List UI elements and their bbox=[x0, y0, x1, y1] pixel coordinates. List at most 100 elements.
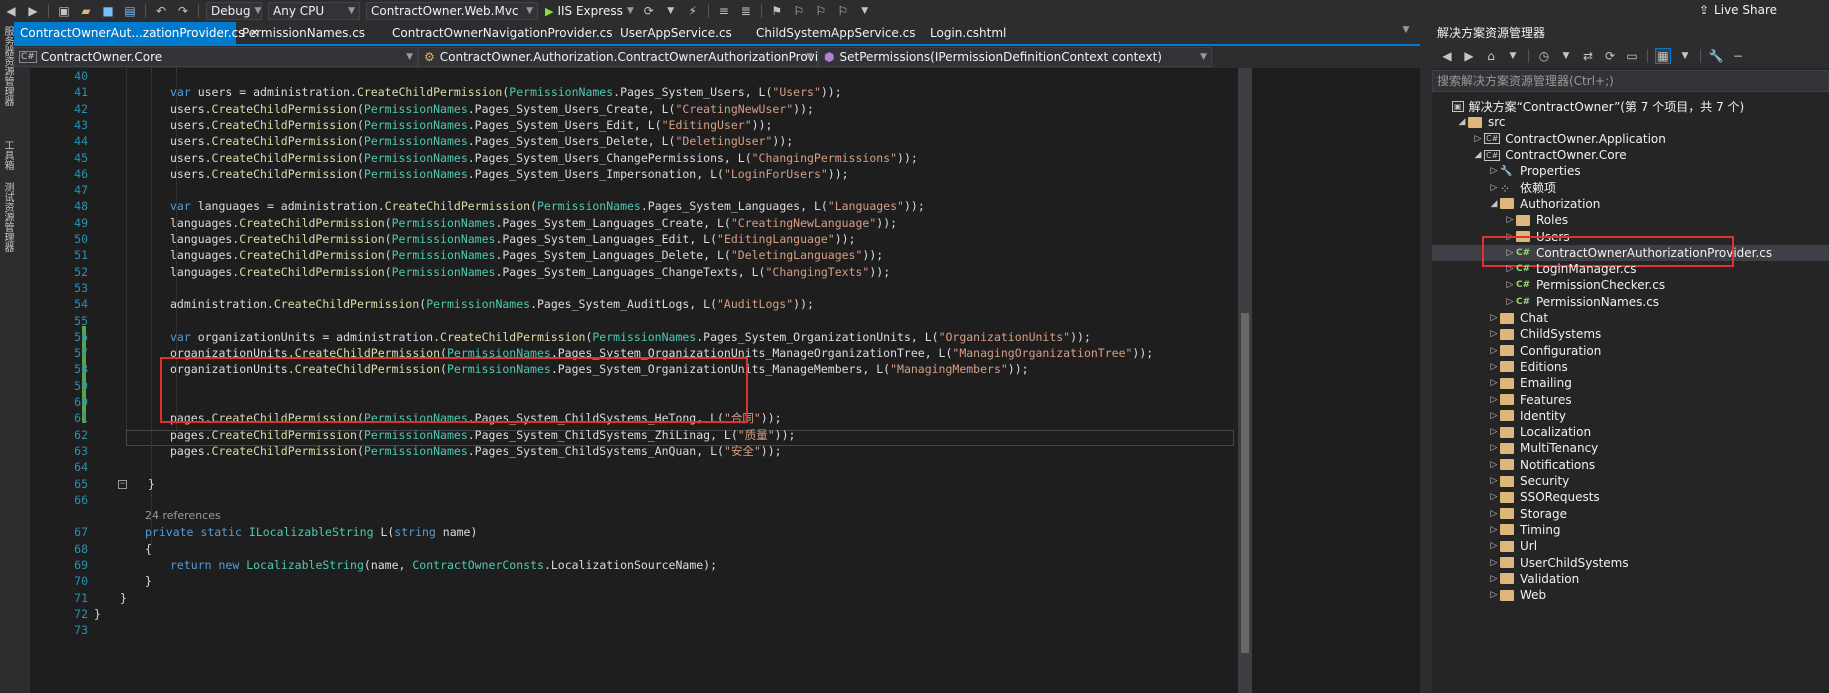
startup-project-dropdown[interactable]: ContractOwner.Web.Mvc ▼ bbox=[366, 2, 538, 20]
tree-item[interactable]: ▷ Localization bbox=[1432, 424, 1829, 440]
collapsed-icon[interactable]: ▷ bbox=[1488, 492, 1500, 502]
collapsed-icon[interactable]: ▷ bbox=[1504, 280, 1516, 290]
tree-item[interactable]: ▷ Configuration bbox=[1432, 343, 1829, 359]
editor-scrollbar[interactable] bbox=[1238, 68, 1252, 693]
collapsed-icon[interactable]: ▷ bbox=[1488, 329, 1500, 339]
refresh-icon[interactable]: ⟳ bbox=[1602, 48, 1618, 64]
tree-item[interactable]: ▷ SSORequests bbox=[1432, 489, 1829, 505]
more-icon[interactable]: ▼ bbox=[857, 3, 873, 19]
tree-item[interactable]: ◢ Authorization bbox=[1432, 196, 1829, 212]
tree-item[interactable]: ▷ Chat bbox=[1432, 310, 1829, 326]
new-project-icon[interactable]: ▣ bbox=[56, 3, 72, 19]
tab-child-system-app-service[interactable]: ChildSystemAppService.cs bbox=[750, 22, 924, 44]
next-bookmark-icon[interactable]: ⚐ bbox=[813, 3, 829, 19]
tree-item[interactable]: ▷ ChildSystems bbox=[1432, 326, 1829, 342]
expanded-icon[interactable]: ◢ bbox=[1488, 199, 1500, 209]
tree-item[interactable]: ▷ Validation bbox=[1432, 571, 1829, 587]
collapsed-icon[interactable]: ▷ bbox=[1488, 574, 1500, 584]
browser-link-icon[interactable]: ⚡ bbox=[685, 3, 701, 19]
forward-icon[interactable]: ▶ bbox=[1461, 48, 1477, 64]
tree-item[interactable]: ▣ 解决方案“ContractOwner”(第 7 个项目，共 7 个) bbox=[1432, 98, 1829, 114]
tree-item[interactable]: ▷ Identity bbox=[1432, 408, 1829, 424]
tree-item[interactable]: ▷ MultiTenancy bbox=[1432, 440, 1829, 456]
tab-permission-names[interactable]: PermissionNames.cs bbox=[236, 22, 386, 44]
collapsed-icon[interactable]: ▷ bbox=[1472, 134, 1484, 144]
tree-item[interactable]: ▷ Timing bbox=[1432, 522, 1829, 538]
collapsed-icon[interactable]: ▷ bbox=[1488, 346, 1500, 356]
test-explorer-tab[interactable]: 测试资源管理器 bbox=[1, 182, 13, 252]
clear-bookmarks-icon[interactable]: ⚐ bbox=[835, 3, 851, 19]
collapsed-icon[interactable]: ▷ bbox=[1488, 443, 1500, 453]
collapsed-icon[interactable]: ▷ bbox=[1488, 411, 1500, 421]
sync-icon[interactable]: ⇄ bbox=[1580, 48, 1596, 64]
tree-item[interactable]: ▷ C# PermissionNames.cs bbox=[1432, 294, 1829, 310]
tree-item[interactable]: ▷ Web bbox=[1432, 587, 1829, 603]
show-all-files-icon[interactable]: ▦ bbox=[1655, 48, 1671, 64]
expanded-icon[interactable]: ◢ bbox=[1472, 150, 1484, 160]
collapsed-icon[interactable]: ▷ bbox=[1488, 460, 1500, 470]
forward-icon[interactable]: ▶ bbox=[25, 3, 41, 19]
outdent-icon[interactable]: ≣ bbox=[738, 3, 754, 19]
collapsed-icon[interactable]: ▷ bbox=[1488, 590, 1500, 600]
collapsed-icon[interactable]: ▷ bbox=[1488, 427, 1500, 437]
collapsed-icon[interactable]: ▷ bbox=[1488, 558, 1500, 568]
tree-item[interactable]: ▷ Roles bbox=[1432, 212, 1829, 228]
scrollbar-thumb[interactable] bbox=[1241, 313, 1249, 653]
back-icon[interactable]: ◀ bbox=[1439, 48, 1455, 64]
collapsed-icon[interactable]: ▷ bbox=[1488, 362, 1500, 372]
collapsed-icon[interactable]: ▷ bbox=[1504, 215, 1516, 225]
tab-login-cshtml[interactable]: Login.cshtml bbox=[924, 22, 1034, 44]
class-dropdown[interactable]: ⚙ ContractOwner.Authorization.ContractOwn… bbox=[418, 47, 838, 67]
collapsed-icon[interactable]: ▷ bbox=[1504, 297, 1516, 307]
toolbox-tab[interactable]: 工具箱 bbox=[1, 140, 13, 170]
open-folder-icon[interactable]: ▰ bbox=[78, 3, 94, 19]
collapsed-icon[interactable]: ▷ bbox=[1488, 541, 1500, 551]
collapsed-icon[interactable]: ▷ bbox=[1488, 183, 1500, 193]
back-icon[interactable]: ◀ bbox=[3, 3, 19, 19]
minus-icon[interactable]: − bbox=[1730, 48, 1746, 64]
tree-item[interactable]: ▷ ⁘ 依赖项 bbox=[1432, 180, 1829, 196]
expanded-icon[interactable]: ◢ bbox=[1456, 117, 1468, 127]
collapsed-icon[interactable]: ▷ bbox=[1488, 378, 1500, 388]
tree-item[interactable]: ▷ UserChildSystems bbox=[1432, 554, 1829, 570]
collapsed-icon[interactable]: ▷ bbox=[1488, 166, 1500, 176]
refresh-icon[interactable]: ⟳ bbox=[641, 3, 657, 19]
prev-bookmark-icon[interactable]: ⚐ bbox=[791, 3, 807, 19]
dropdown-icon[interactable]: ▼ bbox=[1677, 48, 1693, 64]
dropdown-icon[interactable]: ▼ bbox=[1505, 48, 1521, 64]
tree-item[interactable]: ◢ src bbox=[1432, 114, 1829, 130]
tree-item[interactable]: ▷ Features bbox=[1432, 391, 1829, 407]
collapsed-icon[interactable]: ▷ bbox=[1488, 476, 1500, 486]
save-icon[interactable]: ■ bbox=[100, 3, 116, 19]
tab-list-icon[interactable]: ▼ bbox=[1398, 22, 1414, 38]
tree-item[interactable]: ▷ Emailing bbox=[1432, 375, 1829, 391]
code-editor[interactable]: − 40 41 var users = administration.CreateC… bbox=[30, 68, 1420, 693]
tab-authorization-provider[interactable]: ContractOwnerAut...zationProvider.cs ✕ bbox=[14, 22, 259, 44]
configuration-dropdown[interactable]: Debug ▼ bbox=[206, 2, 262, 20]
platform-dropdown[interactable]: Any CPU ▼ bbox=[268, 2, 360, 20]
tree-item[interactable]: ▷ Security bbox=[1432, 473, 1829, 489]
properties-wrench-icon[interactable]: 🔧 bbox=[1708, 48, 1724, 64]
tab-navigation-provider[interactable]: ContractOwnerNavigationProvider.cs bbox=[386, 22, 614, 44]
tree-item[interactable]: ▷ 🔧 Properties bbox=[1432, 163, 1829, 179]
indent-icon[interactable]: ≡ bbox=[716, 3, 732, 19]
collapsed-icon[interactable]: ▷ bbox=[1488, 525, 1500, 535]
project-dropdown[interactable]: C# ContractOwner.Core ▼ bbox=[14, 47, 418, 67]
solution-search-input[interactable]: 搜索解决方案资源管理器(Ctrl+;) bbox=[1432, 70, 1829, 92]
tree-item[interactable]: ▷ Notifications bbox=[1432, 457, 1829, 473]
dropdown-icon[interactable]: ▼ bbox=[1558, 48, 1574, 64]
collapse-all-icon[interactable]: ▭ bbox=[1624, 48, 1640, 64]
bookmark-icon[interactable]: ⚑ bbox=[769, 3, 785, 19]
tree-item[interactable]: ◢ C# ContractOwner.Core bbox=[1432, 147, 1829, 163]
save-all-icon[interactable]: ▤ bbox=[122, 3, 138, 19]
tree-item[interactable]: ▷ Editions bbox=[1432, 359, 1829, 375]
server-explorer-tab[interactable]: 服务器资源管理器 bbox=[1, 26, 13, 106]
member-dropdown[interactable]: ⬢ SetPermissions(IPermissionDefinitionCon… bbox=[818, 47, 1212, 67]
collapsed-icon[interactable]: ▷ bbox=[1488, 395, 1500, 405]
tree-item[interactable]: ▷ Storage bbox=[1432, 506, 1829, 522]
tree-item[interactable]: ▷ Url bbox=[1432, 538, 1829, 554]
live-share-button[interactable]: ⇪ Live Share bbox=[1699, 3, 1777, 17]
home-icon[interactable]: ⌂ bbox=[1483, 48, 1499, 64]
collapsed-icon[interactable]: ▷ bbox=[1488, 509, 1500, 519]
tab-user-app-service[interactable]: UserAppService.cs bbox=[614, 22, 750, 44]
